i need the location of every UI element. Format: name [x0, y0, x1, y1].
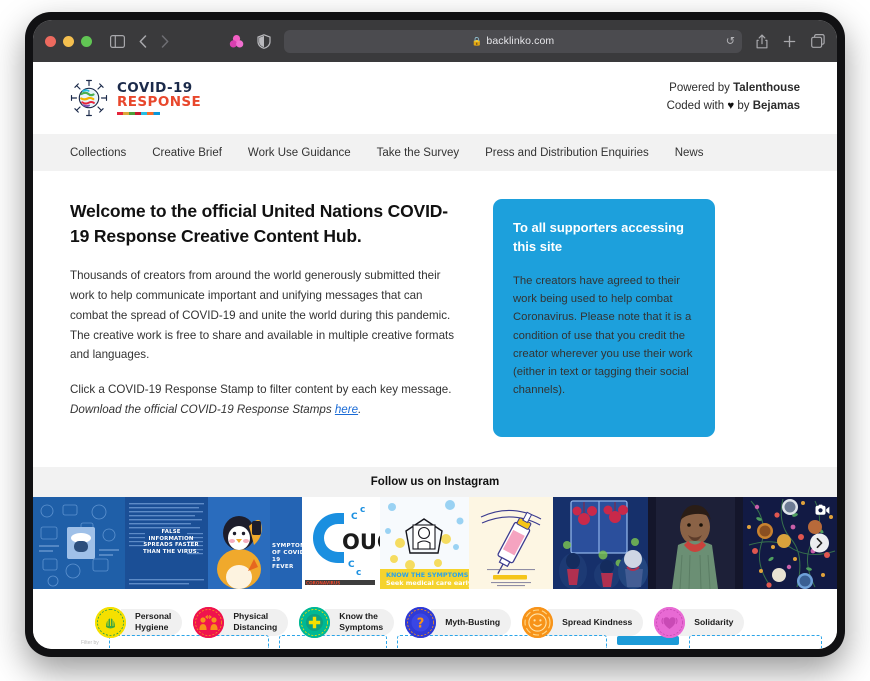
close-window-button[interactable] [45, 35, 56, 47]
url-text: backlinko.com [486, 35, 555, 47]
stamp-spread-kindness-icon [522, 606, 554, 638]
nav-item-take-the-survey[interactable]: Take the Survey [377, 147, 459, 159]
site-logo[interactable]: COVID-19 RESPONSE [70, 79, 201, 117]
logo-response-text: RESPONSE [117, 94, 202, 110]
stamp-physical-distancing-icon [193, 606, 225, 638]
carousel-next-button[interactable] [810, 533, 829, 553]
stamp-myth-busting-label: Myth-Busting [431, 608, 512, 636]
callout-body: The creators have agreed to their work b… [513, 274, 693, 397]
carousel-tile-portrait-painting[interactable] [648, 496, 743, 589]
svg-text:Seek medical care early: Seek medical care early [386, 579, 469, 587]
reload-icon[interactable]: ↺ [726, 35, 735, 48]
web-page-viewport: COVID-19 RESPONSE Powered by Talenthouse… [33, 62, 837, 649]
svg-text:CORONAVIRUS: CORONAVIRUS [306, 580, 340, 585]
carousel-tile-false-information[interactable]: FALSE INFORMATION SPREADS FASTER THAN TH… [125, 496, 208, 589]
svg-text:C: C [348, 560, 355, 570]
callout-title: To all supporters accessing this site [513, 220, 684, 254]
stamp-personal-hygiene[interactable]: Personal Hygiene [95, 606, 183, 638]
carousel-tile-syringe-illustration[interactable] [469, 496, 553, 589]
filter-dropdown-1[interactable] [108, 635, 269, 648]
carousel-tile-virus-window-illustration[interactable] [553, 496, 648, 589]
filter-dropdown-4[interactable] [688, 635, 822, 648]
stamp-personal-hygiene-icon [95, 606, 126, 638]
carousel-tile-penguin-symptoms[interactable]: SYMPTOMS OF COVID-19 FEVER [208, 496, 302, 589]
download-stamps-link[interactable]: here [335, 403, 358, 416]
lock-icon: 🔒 [471, 35, 483, 46]
tab-overview-icon[interactable] [811, 34, 825, 48]
share-icon[interactable] [756, 34, 768, 49]
carousel-tile-blue-infographic[interactable] [33, 496, 125, 589]
nav-item-collections[interactable]: Collections [70, 147, 126, 159]
svg-text:c: c [356, 568, 361, 578]
coded-with-prefix: Coded with [666, 100, 728, 112]
forward-arrow-icon [161, 34, 169, 48]
stamp-myth-busting[interactable]: ? Myth-Busting [405, 606, 512, 638]
browser-window: 🔒 backlinko.com ↺ COVID-19 RESPONSE Powe… [33, 20, 837, 649]
sdg-color-bar [117, 112, 160, 115]
svg-text:KNOW THE SYMPTOMS: KNOW THE SYMPTOMS [386, 571, 469, 579]
main-navigation: Collections Creative Brief Work Use Guid… [33, 134, 837, 171]
hero-paragraph-2: Click a COVID-19 Response Stamp to filte… [70, 380, 462, 420]
stamp-spread-kindness[interactable]: Spread Kindness [522, 606, 644, 638]
honey-extension-icon[interactable] [229, 34, 244, 49]
svg-text:OUGH: OUGH [342, 530, 380, 554]
stamp-personal-hygiene-label: Personal Hygiene [121, 608, 183, 636]
filter-by-label: Filter by [81, 640, 99, 646]
camera-video-icon [815, 503, 830, 521]
carousel-tile-know-the-symptoms[interactable]: KNOW THE SYMPTOMS Seek medical care earl… [380, 496, 469, 589]
sidebar-toggle-icon[interactable] [110, 34, 125, 48]
un-globe-icon [70, 79, 108, 117]
nav-item-creative-brief[interactable]: Creative Brief [152, 147, 222, 159]
stamp-solidarity-label: Solidarity [680, 608, 745, 636]
hero-download-period: . [358, 403, 362, 417]
back-arrow-icon[interactable] [139, 34, 147, 48]
stamp-know-the-symptoms[interactable]: Know the Symptoms [299, 606, 395, 638]
powered-by-prefix: Powered by [669, 82, 734, 95]
instagram-heading: Follow us on Instagram [370, 475, 500, 488]
hero-paragraph-1: Thousands of creators from around the wo… [70, 268, 455, 362]
hero-download-text: Download the official COVID-19 Response … [70, 403, 335, 417]
maximize-window-button[interactable] [81, 35, 92, 47]
browser-toolbar: 🔒 backlinko.com ↺ [33, 20, 837, 62]
svg-text:?: ? [417, 616, 425, 631]
plus-icon[interactable] [783, 35, 796, 48]
instagram-carousel[interactable]: FALSE INFORMATION SPREADS FASTER THAN TH… [33, 496, 837, 589]
page-title: Welcome to the official United Nations C… [70, 201, 448, 246]
supporters-callout-box: To all supporters accessing this site Th… [493, 199, 715, 437]
header-credits: Powered by Talenthouse Coded with ♥ by B… [667, 80, 800, 116]
stamp-solidarity[interactable]: Solidarity [654, 606, 745, 638]
nav-item-work-use-guidance[interactable]: Work Use Guidance [248, 147, 351, 159]
coded-by-mid: by [734, 100, 753, 112]
hero-filter-hint: Click a COVID-19 Response Stamp to filte… [70, 383, 452, 397]
coded-by-line: Coded with ♥ by Bejamas [667, 98, 800, 116]
powered-by-line: Powered by Talenthouse [667, 80, 800, 98]
nav-item-press-enquiries[interactable]: Press and Distribution Enquiries [485, 147, 649, 159]
bejamas-link[interactable]: Bejamas [753, 100, 800, 112]
shield-extension-icon[interactable] [257, 33, 272, 49]
stamp-physical-distancing-label: Physical Distancing [219, 608, 289, 636]
hero-section: Welcome to the official United Nations C… [33, 171, 837, 467]
stamp-myth-busting-icon: ? [405, 606, 437, 638]
window-controls[interactable] [45, 35, 92, 47]
svg-text:c: c [360, 505, 365, 515]
stamp-physical-distancing[interactable]: Physical Distancing [193, 606, 289, 638]
filter-dropdown-2[interactable] [278, 635, 387, 648]
macbook-device-frame: 🔒 backlinko.com ↺ COVID-19 RESPONSE Powe… [25, 12, 845, 657]
svg-text:C: C [351, 512, 358, 522]
carousel-tile-false-information-text: FALSE INFORMATION SPREADS FASTER THAN TH… [143, 528, 200, 556]
stamp-know-the-symptoms-label: Know the Symptoms [325, 608, 395, 636]
carousel-tile-cough-poster[interactable]: OUGH Cc Cc CORONAVIRUS [302, 496, 380, 589]
stamp-know-the-symptoms-icon [299, 606, 331, 638]
logo-covid19-text: COVID-19 [117, 79, 193, 96]
site-header: COVID-19 RESPONSE Powered by Talenthouse… [33, 62, 837, 134]
address-bar[interactable]: 🔒 backlinko.com ↺ [284, 29, 742, 53]
stamp-spread-kindness-label: Spread Kindness [548, 608, 644, 636]
nav-item-news[interactable]: News [675, 147, 704, 159]
instagram-heading-bar: Follow us on Instagram [33, 466, 837, 497]
stamp-solidarity-icon [654, 606, 686, 638]
talenthouse-link[interactable]: Talenthouse [733, 82, 800, 94]
minimize-window-button[interactable] [63, 35, 74, 47]
carousel-tile-penguin-text: SYMPTOMS OF COVID-19 FEVER [272, 542, 302, 570]
